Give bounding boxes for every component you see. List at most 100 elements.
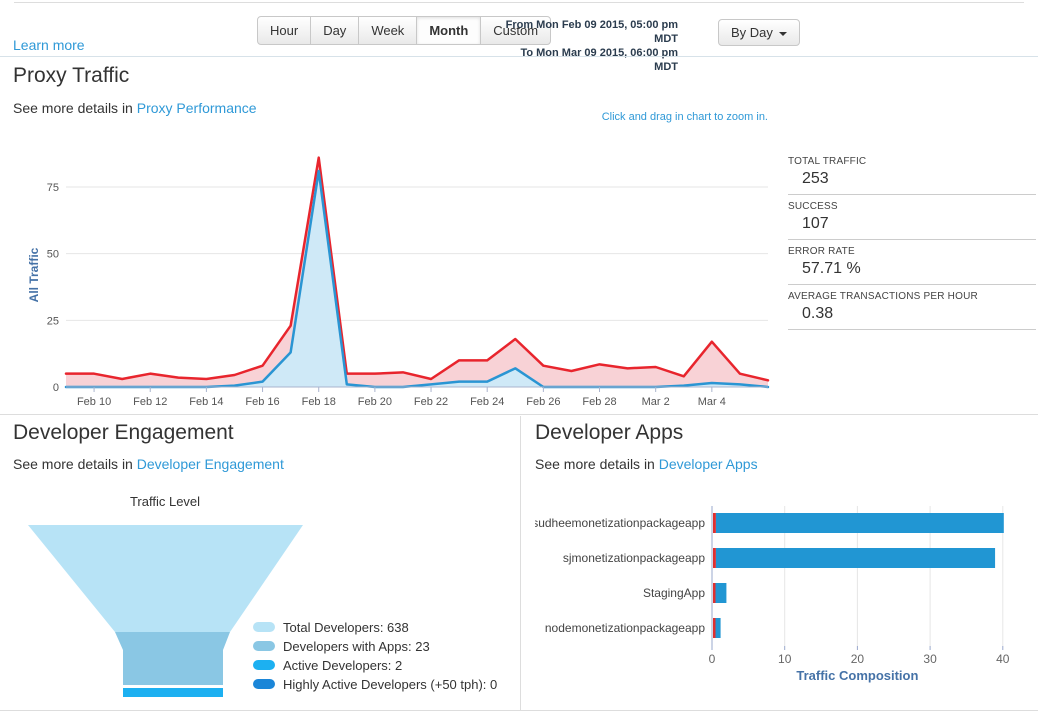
bar-errors-sjmonetizationpackageapp[interactable] xyxy=(713,548,716,568)
bar-category-label: nodemonetizationpackageapp xyxy=(545,621,705,635)
y-axis-title: All Traffic xyxy=(27,247,41,302)
learn-more-link[interactable]: Learn more xyxy=(13,37,85,53)
all-traffic-area xyxy=(66,157,768,387)
legend-swatch-icon xyxy=(253,641,275,651)
stat-error-rate: ERROR RATE 57.71 % xyxy=(788,240,1036,285)
x-tick-label: Feb 26 xyxy=(526,396,560,408)
x-tick-label: Mar 4 xyxy=(698,396,726,408)
section-separator xyxy=(0,414,1038,415)
stat-label: AVERAGE TRANSACTIONS PER HOUR xyxy=(788,291,978,302)
legend-label: Highly Active Developers (+50 tph): 0 xyxy=(283,676,498,692)
legend-label: Developers with Apps: 23 xyxy=(283,638,430,654)
legend-label: Total Developers: 638 xyxy=(283,619,409,635)
range-button-month[interactable]: Month xyxy=(416,16,482,45)
stat-value: 0.38 xyxy=(802,305,834,322)
bar-success-sudheemonetizationpackageapp[interactable] xyxy=(715,513,1004,533)
bar-errors-stagingapp[interactable] xyxy=(713,583,716,603)
stat-value: 253 xyxy=(802,170,829,187)
funnel-chart-title: Traffic Level xyxy=(129,494,201,509)
success-line xyxy=(64,169,770,389)
x-tick-label: Feb 24 xyxy=(470,396,504,408)
developer-engagement-link[interactable]: Developer Engagement xyxy=(137,456,284,472)
developer-apps-subtitle: See more details in Developer Apps xyxy=(535,456,758,472)
legend-item-developers-with-apps: Developers with Apps: 23 xyxy=(253,638,497,654)
x-tick-label: Feb 22 xyxy=(414,396,448,408)
legend-swatch-icon xyxy=(253,622,275,632)
legend-item-active-developers: Active Developers: 2 xyxy=(253,657,497,673)
x-tick-label: 10 xyxy=(778,652,792,666)
x-tick-label: Feb 28 xyxy=(582,396,616,408)
legend-swatch-icon xyxy=(253,660,275,670)
x-tick-label: Feb 18 xyxy=(302,396,336,408)
date-range-display: From Mon Feb 09 2015, 05:00 pm MDT To Mo… xyxy=(495,18,678,74)
x-tick-label: 0 xyxy=(709,652,716,666)
bar-success-sjmonetizationpackageapp[interactable] xyxy=(715,548,996,568)
date-range-from: From Mon Feb 09 2015, 05:00 pm MDT xyxy=(505,19,678,45)
legend-swatch-icon xyxy=(253,679,275,689)
x-tick-label: Feb 14 xyxy=(189,396,223,408)
proxy-traffic-title: Proxy Traffic xyxy=(13,64,130,87)
bar-category-label: StagingApp xyxy=(643,586,705,600)
funnel-segment-total-developers[interactable] xyxy=(28,525,303,632)
stat-average-transactions-per-hour: AVERAGE TRANSACTIONS PER HOUR 0.38 xyxy=(788,285,1036,330)
developer-apps-link[interactable]: Developer Apps xyxy=(659,456,758,472)
bar-errors-nodemonetizationpackageapp[interactable] xyxy=(713,618,716,638)
funnel-segment-active-developers[interactable] xyxy=(123,688,223,697)
traffic-stats-panel: TOTAL TRAFFIC 253 SUCCESS 107 ERROR RATE 57.7… xyxy=(788,150,1036,330)
stat-label: TOTAL TRAFFIC xyxy=(788,156,867,167)
range-button-hour[interactable]: Hour xyxy=(257,16,312,45)
proxy-performance-link[interactable]: Proxy Performance xyxy=(137,100,257,116)
legend-label: Active Developers: 2 xyxy=(283,657,403,673)
developer-engagement-subtitle: See more details in Developer Engagement xyxy=(13,456,284,472)
subtitle-prefix: See more details in xyxy=(13,456,137,472)
funnel-segment-developers-with-apps[interactable] xyxy=(115,632,230,685)
group-by-dropdown[interactable]: By Day xyxy=(718,19,800,46)
x-tick-label: 40 xyxy=(996,652,1010,666)
top-hairline xyxy=(14,2,1024,3)
x-tick-label: Feb 12 xyxy=(133,396,167,408)
x-tick-label: Feb 20 xyxy=(358,396,392,408)
x-tick-label: Feb 16 xyxy=(245,396,279,408)
chart-zoom-hint: Click and drag in chart to zoom in. xyxy=(601,111,768,123)
developer-apps-title: Developer Apps xyxy=(535,421,684,444)
legend-item-total-developers: Total Developers: 638 xyxy=(253,619,497,635)
stat-total-traffic: TOTAL TRAFFIC 253 xyxy=(788,150,1036,195)
range-button-day[interactable]: Day xyxy=(310,16,360,45)
funnel-legend: Total Developers: 638 Developers with App… xyxy=(253,620,497,696)
developer-apps-chart[interactable]: sudheemonetizationpackageapp sjmonetizati… xyxy=(535,500,1038,695)
stat-value: 57.71 % xyxy=(802,260,861,277)
y-tick-label: 50 xyxy=(47,249,59,261)
bar-success-nodemonetizationpackageapp[interactable] xyxy=(715,618,721,638)
chevron-down-icon xyxy=(778,31,787,36)
x-tick-label: 30 xyxy=(923,652,937,666)
proxy-traffic-subtitle: See more details in Proxy Performance xyxy=(13,100,257,116)
date-range-to: To Mon Mar 09 2015, 06:00 pm MDT xyxy=(520,47,678,73)
legend-item-highly-active-developers-50-tph: Highly Active Developers (+50 tph): 0 xyxy=(253,676,498,692)
x-tick-label: Feb 10 xyxy=(77,396,111,408)
stat-label: SUCCESS xyxy=(788,201,838,212)
toolbar-separator xyxy=(0,56,1038,57)
bar-success-stagingapp[interactable] xyxy=(715,583,727,603)
bar-errors-sudheemonetizationpackageapp[interactable] xyxy=(713,513,716,533)
y-tick-label: 75 xyxy=(47,182,59,194)
x-tick-label: Mar 2 xyxy=(642,396,670,408)
bar-category-label: sudheemonetizationpackageapp xyxy=(535,516,705,530)
x-tick-label: 20 xyxy=(851,652,865,666)
subtitle-prefix: See more details in xyxy=(535,456,659,472)
y-tick-label: 0 xyxy=(53,382,59,394)
stat-success: SUCCESS 107 xyxy=(788,195,1036,240)
stat-label: ERROR RATE xyxy=(788,246,855,257)
x-axis-title: Traffic Composition xyxy=(796,668,918,683)
developer-engagement-title: Developer Engagement xyxy=(13,421,234,444)
proxy-traffic-chart[interactable]: 0 25 50 75 Feb 10 Feb 12 Feb 14 Feb 16 Feb 18 Feb… xyxy=(0,138,780,408)
stat-value: 107 xyxy=(802,215,829,232)
subtitle-prefix: See more details in xyxy=(13,100,137,116)
group-by-label: By Day xyxy=(731,25,773,40)
vertical-separator xyxy=(520,416,521,710)
range-button-week[interactable]: Week xyxy=(358,16,418,45)
bar-category-label: sjmonetizationpackageapp xyxy=(563,551,705,565)
y-tick-label: 25 xyxy=(47,315,59,327)
all-traffic-line xyxy=(64,156,770,382)
bottom-separator xyxy=(0,710,1038,711)
success-area xyxy=(66,171,768,387)
